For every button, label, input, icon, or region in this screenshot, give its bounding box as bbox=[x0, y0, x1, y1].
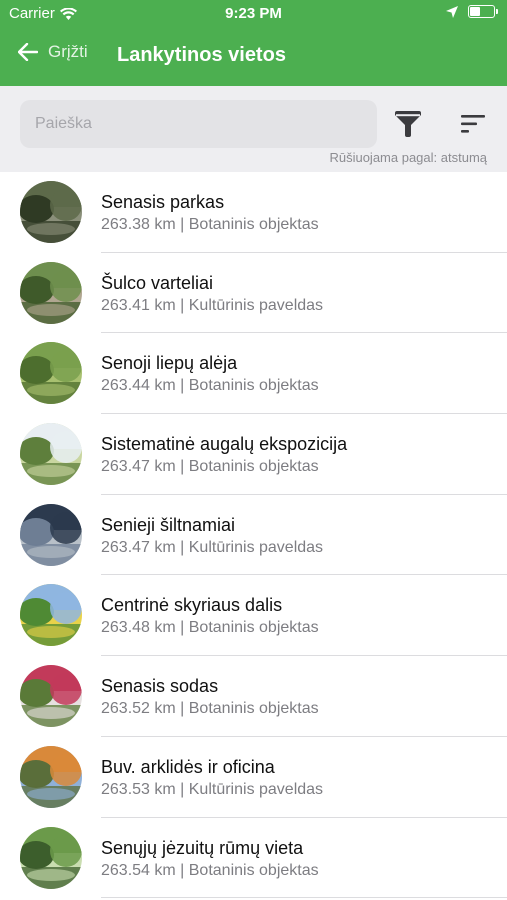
battery-level bbox=[470, 7, 480, 16]
list-item[interactable]: Senųjų jėzuitų rūmų vieta 263.54 km | Bot… bbox=[0, 818, 507, 899]
place-thumbnail bbox=[20, 261, 82, 324]
place-subtitle: 263.47 km | Botaninis objektas bbox=[101, 458, 319, 476]
place-thumbnail bbox=[20, 584, 82, 647]
list-item[interactable]: Buv. arklidės ir oficina 263.53 km | Kult… bbox=[0, 737, 507, 818]
place-title: Sistematinė augalų ekspozicija bbox=[101, 434, 348, 455]
place-title: Senasis parkas bbox=[101, 192, 225, 212]
search-toolbar: Rūšiuojama pagal: atstumą bbox=[0, 86, 507, 172]
sort-description: Rūšiuojama pagal: atstumą bbox=[329, 150, 487, 165]
list-item[interactable]: Senasis parkas 263.38 km | Botaninis obje… bbox=[0, 172, 507, 253]
status-indicators bbox=[446, 5, 498, 18]
place-subtitle: 263.53 km | Kultūrinis paveldas bbox=[101, 780, 324, 798]
place-thumbnail bbox=[20, 826, 82, 889]
place-thumbnail bbox=[20, 423, 82, 486]
list-item[interactable]: Senoji liepų alėja 263.44 km | Botaninis … bbox=[0, 333, 507, 415]
place-title: Centrinė skyriaus dalis bbox=[101, 595, 283, 616]
list-item[interactable]: Sistematinė augalų ekspozicija 263.47 km … bbox=[0, 414, 507, 495]
list-item[interactable]: Centrinė skyriaus dalis 263.48 km | Botan… bbox=[0, 575, 507, 657]
sort-icon[interactable] bbox=[459, 113, 487, 135]
place-thumbnail bbox=[20, 503, 82, 566]
list-item[interactable]: Senasis sodas 263.52 km | Botaninis objek… bbox=[0, 656, 507, 737]
list-item[interactable]: Šulco varteliai 263.41 km | Kultūrinis pa… bbox=[0, 253, 507, 334]
page-title: Lankytinos vietos bbox=[117, 44, 286, 66]
place-subtitle: 263.41 km | Kultūrinis paveldas bbox=[101, 296, 324, 314]
battery-icon bbox=[468, 5, 498, 18]
place-subtitle: 263.48 km | Botaninis objektas bbox=[101, 619, 319, 637]
place-subtitle: 263.52 km | Botaninis objektas bbox=[101, 700, 319, 718]
back-label: Grįžti bbox=[48, 42, 88, 61]
place-subtitle: 263.47 km | Kultūrinis paveldas bbox=[101, 538, 324, 556]
search-input[interactable] bbox=[20, 100, 377, 148]
back-button[interactable]: Grįžti bbox=[18, 42, 88, 62]
place-title: Senoji liepų alėja bbox=[101, 353, 238, 374]
navigation-bar: Grįžti Lankytinos vietos bbox=[0, 28, 507, 86]
place-thumbnail bbox=[20, 745, 82, 808]
place-thumbnail bbox=[20, 181, 82, 243]
list-item[interactable]: Senieji šiltnamiai 263.47 km | Kultūrinis… bbox=[0, 495, 507, 576]
header: Carrier 9:23 PM Grįžti Lankytinos vietos bbox=[0, 0, 507, 86]
status-bar: Carrier 9:23 PM bbox=[0, 0, 507, 28]
places-list: Senasis parkas 263.38 km | Botaninis obje… bbox=[0, 172, 507, 899]
place-title: Senųjų jėzuitų rūmų vieta bbox=[101, 837, 304, 858]
back-arrow-icon bbox=[18, 43, 38, 61]
location-arrow-icon bbox=[446, 5, 458, 18]
place-title: Buv. arklidės ir oficina bbox=[101, 756, 275, 777]
place-subtitle: 263.44 km | Botaninis objektas bbox=[101, 377, 319, 395]
place-title: Šulco varteliai bbox=[101, 272, 214, 293]
place-thumbnail bbox=[20, 665, 82, 728]
place-title: Senieji šiltnamiai bbox=[101, 514, 236, 535]
place-thumbnail bbox=[20, 342, 82, 405]
place-subtitle: 263.38 km | Botaninis objektas bbox=[101, 216, 319, 233]
divider bbox=[101, 897, 507, 899]
place-subtitle: 263.54 km | Botaninis objektas bbox=[101, 861, 319, 879]
clock: 9:23 PM bbox=[225, 5, 282, 22]
place-title: Senasis sodas bbox=[101, 676, 219, 697]
filter-icon[interactable] bbox=[394, 111, 422, 137]
